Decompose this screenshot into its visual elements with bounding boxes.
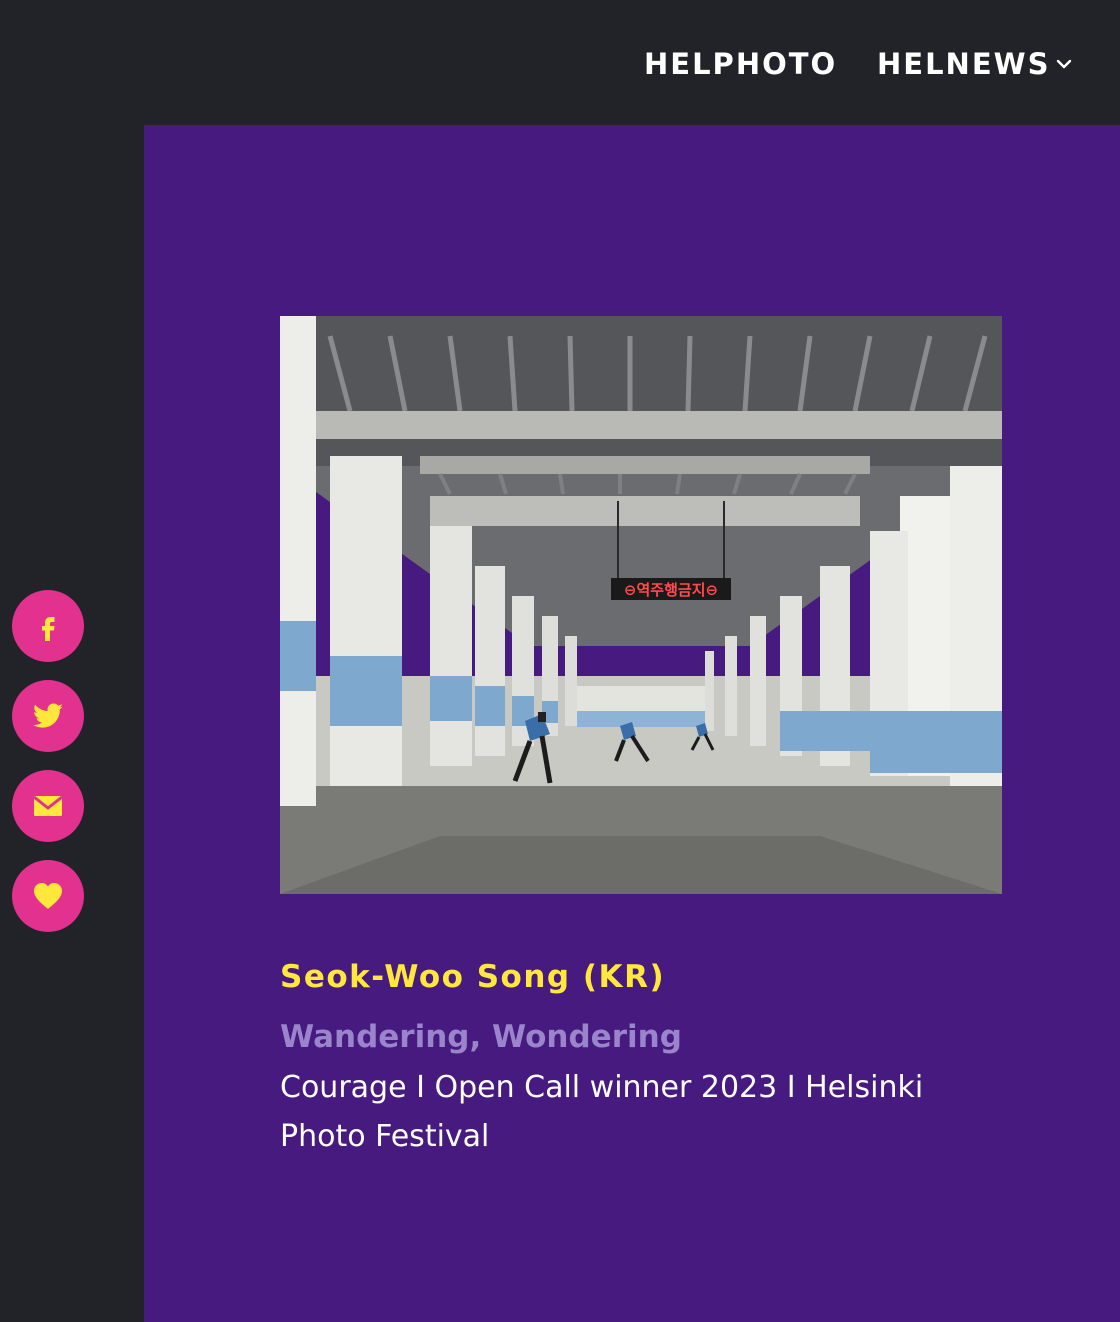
favorite-button[interactable]	[12, 860, 84, 932]
artwork-subtitle: Wandering, Wondering	[280, 1019, 682, 1055]
photo-sign-text: ⊖역주행금지⊖	[624, 581, 718, 599]
artwork-description: Courage I Open Call winner 2023 I Helsin…	[280, 1070, 924, 1154]
chevron-down-icon[interactable]	[1055, 55, 1073, 73]
email-icon	[33, 795, 63, 816]
twitter-share-button[interactable]	[12, 680, 84, 752]
artist-name: Seok-Woo Song (KR)	[280, 959, 666, 995]
nav-item-helphoto[interactable]: HELPHOTO	[644, 44, 837, 84]
email-share-button[interactable]	[12, 770, 84, 842]
artwork-photo[interactable]: ⊖역주행금지⊖	[280, 316, 1002, 894]
twitter-icon	[33, 703, 63, 728]
facebook-icon	[42, 617, 55, 641]
top-navigation-bar: HELPHOTO HELNEWS	[0, 0, 1120, 125]
facebook-share-button[interactable]	[12, 590, 84, 662]
nav-item-helnews[interactable]: HELNEWS	[877, 44, 1051, 84]
heart-icon	[34, 883, 62, 909]
